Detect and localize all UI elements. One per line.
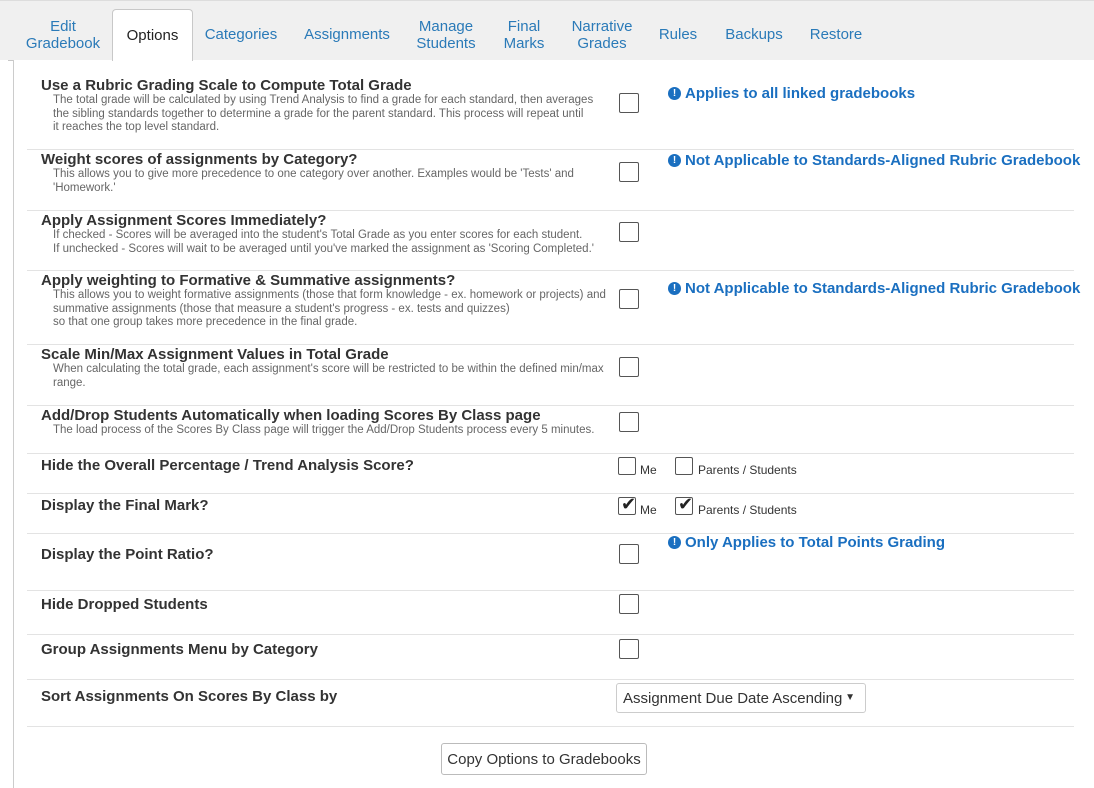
option-description: When calculating the total grade, each a… — [53, 363, 604, 389]
option-row-formative-summative: Apply weighting to Formative & Summative… — [27, 271, 1080, 345]
option-title: Sort Assignments On Scores By Class by — [41, 688, 338, 705]
group-assignments-menu-checkbox[interactable] — [619, 639, 639, 659]
tab-backups-label: Backups — [725, 26, 783, 43]
option-description: If checked - Scores will be averaged int… — [53, 229, 594, 255]
info-icon: ! — [668, 87, 681, 100]
option-description: The total grade will be calculated by us… — [53, 94, 594, 133]
tab-edit-gradebook[interactable]: Edit Gradebook — [18, 9, 108, 60]
option-row-display-final-mark: Display the Final Mark? ✔ Me ✔ Parents /… — [27, 494, 1074, 534]
option-note-text: Not Applicable to Standards-Aligned Rubr… — [685, 152, 1081, 169]
option-note-text: Only Applies to Total Points Grading — [685, 534, 946, 551]
option-row-group-assignments-menu: Group Assignments Menu by Category — [27, 635, 1074, 680]
copy-options-button[interactable]: Copy Options to Gradebooks — [441, 743, 647, 775]
option-title: Display the Final Mark? — [41, 497, 209, 514]
rubric-grading-scale-checkbox[interactable] — [619, 93, 639, 113]
option-row-add-drop-students: Add/Drop Students Automatically when loa… — [27, 406, 1074, 454]
checkmark-icon: ✔ — [621, 494, 637, 514]
option-row-weight-by-category: Weight scores of assignments by Category… — [27, 150, 1080, 211]
tab-final-marks[interactable]: Final Marks — [492, 9, 556, 60]
option-title: Apply weighting to Formative & Summative… — [41, 272, 456, 289]
option-note: ! Not Applicable to Standards-Aligned Ru… — [668, 280, 1080, 297]
info-icon: ! — [668, 536, 681, 549]
option-note-text: Applies to all linked gradebooks — [685, 85, 916, 102]
hide-percentage-parents-checkbox[interactable] — [675, 457, 693, 475]
tab-options-label: Options — [126, 27, 179, 44]
option-row-scale-min-max: Scale Min/Max Assignment Values in Total… — [27, 345, 1074, 406]
option-title: Use a Rubric Grading Scale to Compute To… — [41, 77, 412, 94]
hide-dropped-students-checkbox[interactable] — [619, 594, 639, 614]
weight-by-category-checkbox[interactable] — [619, 162, 639, 182]
option-note: ! Not Applicable to Standards-Aligned Ru… — [668, 152, 1080, 169]
option-note-text: Not Applicable to Standards-Aligned Rubr… — [685, 280, 1081, 297]
tab-backups[interactable]: Backups — [716, 9, 792, 60]
chevron-down-icon: ▼ — [845, 692, 855, 703]
options-panel: Use a Rubric Grading Scale to Compute To… — [13, 60, 1094, 788]
tab-bar: Edit Gradebook Options Categories Assign… — [0, 0, 1094, 61]
me-label: Me — [640, 503, 657, 517]
me-label: Me — [640, 463, 657, 477]
option-title: Weight scores of assignments by Category… — [41, 151, 358, 168]
option-title: Hide the Overall Percentage / Trend Anal… — [41, 457, 414, 474]
option-title: Group Assignments Menu by Category — [41, 641, 318, 658]
copy-options-button-label: Copy Options to Gradebooks — [447, 750, 641, 768]
sort-assignments-select-value: Assignment Due Date Ascending — [623, 689, 843, 707]
tab-rules-label: Rules — [658, 26, 698, 43]
tab-narrative-grades[interactable]: Narrative Grades — [562, 9, 642, 60]
apply-scores-immediately-checkbox[interactable] — [619, 222, 639, 242]
info-icon: ! — [668, 154, 681, 167]
option-description: This allows you to weight formative assi… — [53, 289, 606, 328]
option-title: Display the Point Ratio? — [41, 546, 214, 563]
option-row-sort-assignments: Sort Assignments On Scores By Class by A… — [27, 680, 1074, 727]
scale-min-max-checkbox[interactable] — [619, 357, 639, 377]
option-row-hide-overall-percentage: Hide the Overall Percentage / Trend Anal… — [27, 454, 1074, 494]
info-icon: ! — [668, 282, 681, 295]
option-note: ! Applies to all linked gradebooks — [668, 85, 915, 102]
point-ratio-checkbox[interactable] — [619, 544, 639, 564]
tab-categories[interactable]: Categories — [196, 9, 286, 60]
hide-percentage-me-checkbox[interactable] — [618, 457, 636, 475]
tab-restore[interactable]: Restore — [800, 9, 872, 60]
tab-options[interactable]: Options — [112, 9, 193, 61]
option-title: Hide Dropped Students — [41, 596, 208, 613]
parents-students-label: Parents / Students — [698, 503, 797, 517]
formative-summative-checkbox[interactable] — [619, 289, 639, 309]
option-description: The load process of the Scores By Class … — [53, 424, 595, 436]
option-note: ! Only Applies to Total Points Grading — [668, 534, 945, 551]
tab-restore-label: Restore — [809, 26, 863, 43]
checkmark-icon: ✔ — [678, 494, 694, 514]
option-row-apply-scores-immediately: Apply Assignment Scores Immediately? If … — [27, 211, 1074, 271]
option-title: Apply Assignment Scores Immediately? — [41, 212, 327, 229]
tab-edit-gradebook-label: Edit Gradebook — [25, 17, 101, 52]
tab-rules[interactable]: Rules — [650, 9, 706, 60]
parents-students-label: Parents / Students — [698, 463, 797, 477]
option-description: This allows you to give more precedence … — [53, 168, 574, 194]
option-title: Add/Drop Students Automatically when loa… — [41, 407, 541, 424]
final-mark-me-checkbox[interactable]: ✔ — [618, 494, 637, 515]
option-row-display-point-ratio: Display the Point Ratio? ! Only Applies … — [27, 534, 1074, 591]
tab-final-marks-label: Final Marks — [503, 17, 545, 52]
tab-narrative-grades-label: Narrative Grades — [571, 17, 633, 52]
tab-categories-label: Categories — [204, 26, 278, 43]
final-mark-parents-checkbox[interactable]: ✔ — [675, 494, 694, 515]
tab-manage-students[interactable]: Manage Students — [406, 9, 486, 60]
tab-assignments[interactable]: Assignments — [294, 9, 400, 60]
option-row-hide-dropped-students: Hide Dropped Students — [27, 591, 1074, 635]
tab-manage-students-label: Manage Students — [416, 17, 476, 52]
tab-assignments-label: Assignments — [304, 26, 390, 43]
option-title: Scale Min/Max Assignment Values in Total… — [41, 346, 389, 363]
add-drop-students-checkbox[interactable] — [619, 412, 639, 432]
sort-assignments-select[interactable]: Assignment Due Date Ascending ▼ — [616, 683, 866, 713]
option-row-rubric-grading-scale: Use a Rubric Grading Scale to Compute To… — [27, 70, 1074, 150]
